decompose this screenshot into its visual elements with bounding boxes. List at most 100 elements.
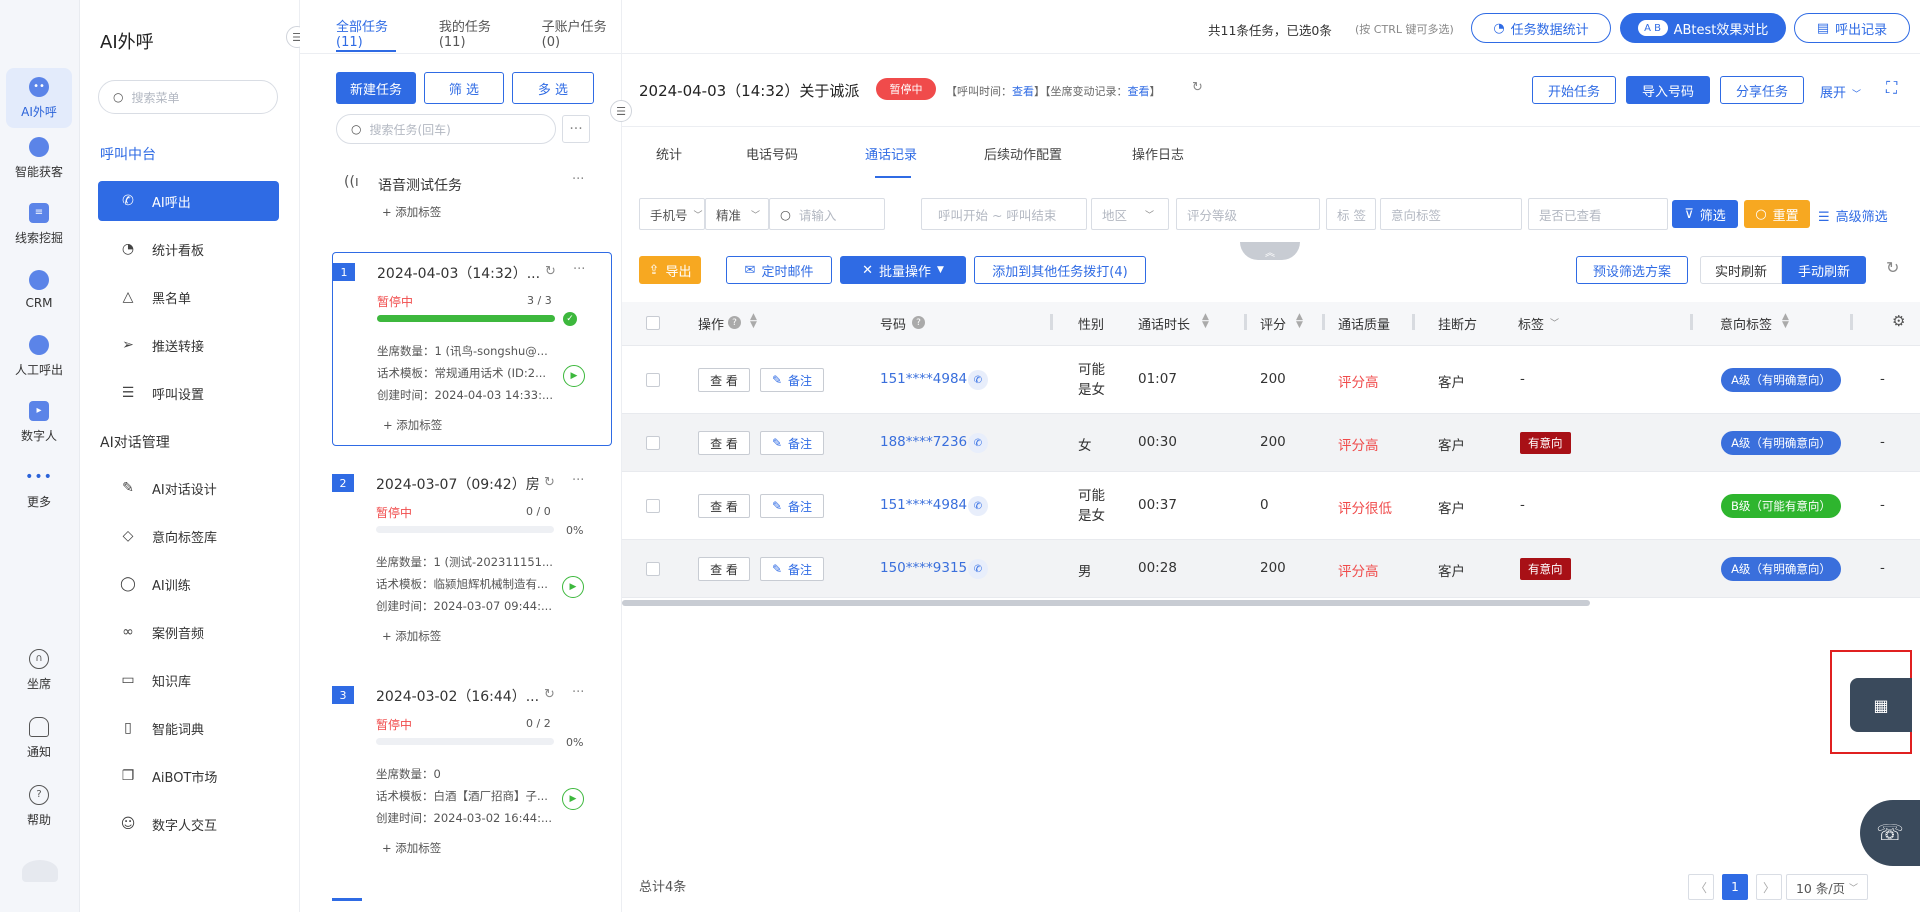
viewed-select[interactable]: 是否已查看 — [1528, 198, 1668, 230]
col-resize-handle[interactable] — [1322, 314, 1325, 330]
menu-item-call-settings[interactable]: ☰ 呼叫设置 — [98, 373, 279, 413]
timed-mail-button[interactable]: ✉ 定时邮件 — [726, 256, 832, 284]
menu-item-dictionary[interactable]: ▯ 智能词典 — [98, 708, 279, 748]
row-checkbox[interactable] — [646, 373, 660, 387]
phone-icon[interactable]: ✆ — [968, 559, 988, 579]
refresh-icon[interactable]: ↻ — [1886, 258, 1899, 277]
rail-item-more[interactable]: ••• 更多 — [6, 458, 72, 518]
add-tag-link[interactable]: + 添加标签 — [382, 204, 441, 220]
menu-item-push-transfer[interactable]: ➢ 推送转接 — [98, 325, 279, 365]
sort-icon[interactable]: ▲ ▼ — [1202, 313, 1209, 330]
menu-item-knowledge[interactable]: ▭ 知识库 — [98, 660, 279, 700]
phone-icon[interactable]: ✆ — [968, 370, 988, 390]
refresh-icon[interactable]: ↻ — [544, 687, 555, 702]
rail-item-ai-call[interactable]: •• AI外呼 — [6, 68, 72, 128]
task-more-button[interactable]: ··· — [562, 115, 590, 143]
rail-item-seat[interactable]: ∩ 坐席 — [6, 640, 72, 700]
realtime-refresh-toggle[interactable]: 实时刷新 — [1700, 256, 1782, 284]
multi-select-button[interactable]: 多 选 — [512, 72, 594, 104]
abtest-button[interactable]: A B ABtest效果对比 — [1620, 13, 1786, 43]
task-card-3[interactable]: 3 2024-03-02（16:44）... ↻ ··· 暂停中 0 / 2 0… — [332, 676, 612, 866]
col-resize-handle[interactable] — [1850, 314, 1853, 330]
view-button[interactable]: 查 看 — [698, 494, 750, 518]
call-records-button[interactable]: ▤ 呼出记录 — [1794, 13, 1910, 43]
task-search-input[interactable]: ○ 搜索任务(回车) — [336, 114, 556, 144]
menu-item-intent-tags[interactable]: ◇ 意向标签库 — [98, 516, 279, 556]
play-icon[interactable]: ▶ — [562, 788, 584, 810]
start-task-button[interactable]: 开始任务 — [1532, 76, 1616, 104]
voice-test-task[interactable]: 语音测试任务 — [378, 175, 462, 195]
customer-service-widget[interactable]: ☏ — [1860, 800, 1920, 866]
more-dots-icon[interactable]: ··· — [573, 262, 585, 277]
phone-search-input[interactable]: ○ 请输入 — [769, 198, 885, 230]
view-button[interactable]: 查 看 — [698, 557, 750, 581]
note-button[interactable]: ✎ 备注 — [760, 557, 824, 581]
menu-item-dashboard[interactable]: ◔ 统计看板 — [98, 229, 279, 269]
voice-message-widget[interactable]: ▦ — [1850, 678, 1912, 732]
note-button[interactable]: ✎ 备注 — [760, 494, 824, 518]
menu-item-ai-call[interactable]: ✆ AI呼出 — [98, 181, 279, 221]
add-tag-link[interactable]: + 添加标签 — [382, 628, 441, 644]
play-icon[interactable]: ▶ — [562, 576, 584, 598]
rail-item-manual-call[interactable]: 人工呼出 — [6, 326, 72, 386]
rail-item-digital-human[interactable]: ▸ 数字人 — [6, 392, 72, 452]
phone-type-select[interactable]: 手机号 ﹀ — [639, 198, 705, 230]
preset-filter-button[interactable]: 预设筛选方案 — [1576, 256, 1688, 284]
expand-button[interactable]: 展开 ﹀ — [1820, 82, 1861, 101]
import-numbers-button[interactable]: 导入号码 — [1626, 76, 1710, 104]
rail-item-customer[interactable]: 智能获客 — [6, 128, 72, 188]
batch-ops-button[interactable]: ✕ 批量操作 ▼ — [840, 256, 966, 284]
rail-item-crm[interactable]: CRM — [6, 260, 72, 320]
intent-tag-select[interactable]: 意向标签 — [1380, 198, 1522, 230]
prev-page-button[interactable]: 〈 — [1688, 874, 1714, 900]
select-all-checkbox[interactable] — [646, 316, 660, 330]
note-button[interactable]: ✎ 备注 — [760, 431, 824, 455]
manual-refresh-toggle[interactable]: 手动刷新 — [1782, 256, 1866, 284]
filter-button[interactable]: ⊽ 筛选 — [1672, 200, 1738, 228]
add-tag-link[interactable]: + 添加标签 — [382, 840, 441, 856]
filter-tasks-button[interactable]: 筛 选 — [424, 72, 504, 104]
avatar[interactable] — [22, 860, 58, 882]
menu-item-case-audio[interactable]: ∞ 案例音频 — [98, 612, 279, 652]
fullscreen-icon[interactable]: ⛶ — [1886, 78, 1897, 98]
col-resize-handle[interactable] — [1050, 314, 1053, 330]
new-task-button[interactable]: 新建任务 — [336, 72, 416, 104]
score-level-select[interactable]: 评分等级 — [1176, 198, 1320, 230]
collapse-filters-icon[interactable]: ︽ — [1240, 242, 1300, 260]
rail-item-help[interactable]: ? 帮助 — [6, 776, 72, 836]
col-resize-handle[interactable] — [1244, 314, 1247, 330]
advanced-filter-link[interactable]: ☰ 高级筛选 — [1818, 206, 1888, 225]
refresh-icon[interactable]: ↻ — [544, 475, 555, 490]
row-checkbox[interactable] — [646, 499, 660, 513]
call-time-view-link[interactable]: 查看 — [1012, 85, 1034, 98]
chevron-down-icon[interactable]: ﹀ — [1550, 316, 1559, 329]
menu-item-dialog-design[interactable]: ✎ AI对话设计 — [98, 468, 279, 508]
page-size-select[interactable]: 10 条/页 ﹀ — [1786, 874, 1868, 900]
reset-button[interactable]: ○ 重置 — [1744, 200, 1810, 228]
refresh-icon[interactable]: ↻ — [1192, 80, 1203, 95]
sort-icon[interactable]: ▲ ▼ — [1296, 313, 1303, 330]
play-icon[interactable]: ▶ — [563, 365, 585, 387]
seat-change-view-link[interactable]: 查看 — [1128, 85, 1150, 98]
call-time-range-input[interactable]: 呼叫开始 ~ 呼叫结束 — [921, 198, 1087, 230]
row-checkbox[interactable] — [646, 436, 660, 450]
tab-operation-log[interactable]: 操作日志 — [1132, 144, 1184, 163]
share-task-button[interactable]: 分享任务 — [1720, 76, 1804, 104]
phone-number-link[interactable]: 151****4984 — [880, 497, 967, 513]
col-resize-handle[interactable] — [1690, 314, 1693, 330]
tab-follow-actions[interactable]: 后续动作配置 — [984, 144, 1062, 163]
horizontal-scrollbar[interactable] — [622, 600, 1590, 606]
tab-call-records[interactable]: 通话记录 — [865, 144, 917, 163]
task-stats-button[interactable]: ◔ 任务数据统计 — [1471, 13, 1611, 43]
view-button[interactable]: 查 看 — [698, 431, 750, 455]
tab-my-tasks[interactable]: 我的任务(11) — [439, 16, 514, 50]
tab-all-tasks[interactable]: 全部任务(11) — [336, 16, 411, 50]
phone-icon[interactable]: ✆ — [968, 433, 988, 453]
add-to-other-task-button[interactable]: 添加到其他任务拨打(4) — [974, 256, 1146, 284]
more-dots-icon[interactable]: ··· — [572, 473, 584, 488]
row-checkbox[interactable] — [646, 562, 660, 576]
next-page-button[interactable]: 〉 — [1756, 874, 1782, 900]
task-card-1[interactable]: 1 2024-04-03（14:32）... ↻ ··· 暂停中 3 / 3 ✓… — [332, 252, 612, 446]
note-button[interactable]: ✎ 备注 — [760, 368, 824, 392]
match-select[interactable]: 精准 ﹀ — [705, 198, 769, 230]
